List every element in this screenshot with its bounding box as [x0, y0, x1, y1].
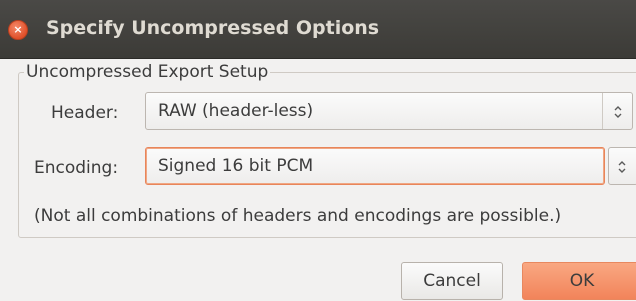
compatibility-note: (Not all combinations of headers and enc… [34, 206, 562, 226]
header-label: Header: [51, 103, 119, 123]
encoding-combobox[interactable]: Signed 16 bit PCM [145, 147, 605, 185]
encoding-spinner[interactable] [608, 147, 636, 185]
header-combobox-value: RAW (header-less) [158, 101, 314, 121]
window-title: Specify Uncompressed Options [46, 17, 380, 39]
header-combobox[interactable]: RAW (header-less) [145, 92, 633, 130]
ok-button[interactable]: OK [522, 262, 636, 300]
up-down-arrows-icon [602, 93, 632, 129]
cancel-button[interactable]: Cancel [401, 262, 503, 300]
close-icon[interactable]: × [8, 20, 28, 40]
group-title: Uncompressed Export Setup [24, 62, 271, 82]
up-down-arrows-icon [607, 148, 636, 184]
title-bar: × Specify Uncompressed Options [0, 0, 636, 59]
encoding-label: Encoding: [34, 158, 119, 178]
encoding-combobox-value: Signed 16 bit PCM [158, 156, 314, 176]
